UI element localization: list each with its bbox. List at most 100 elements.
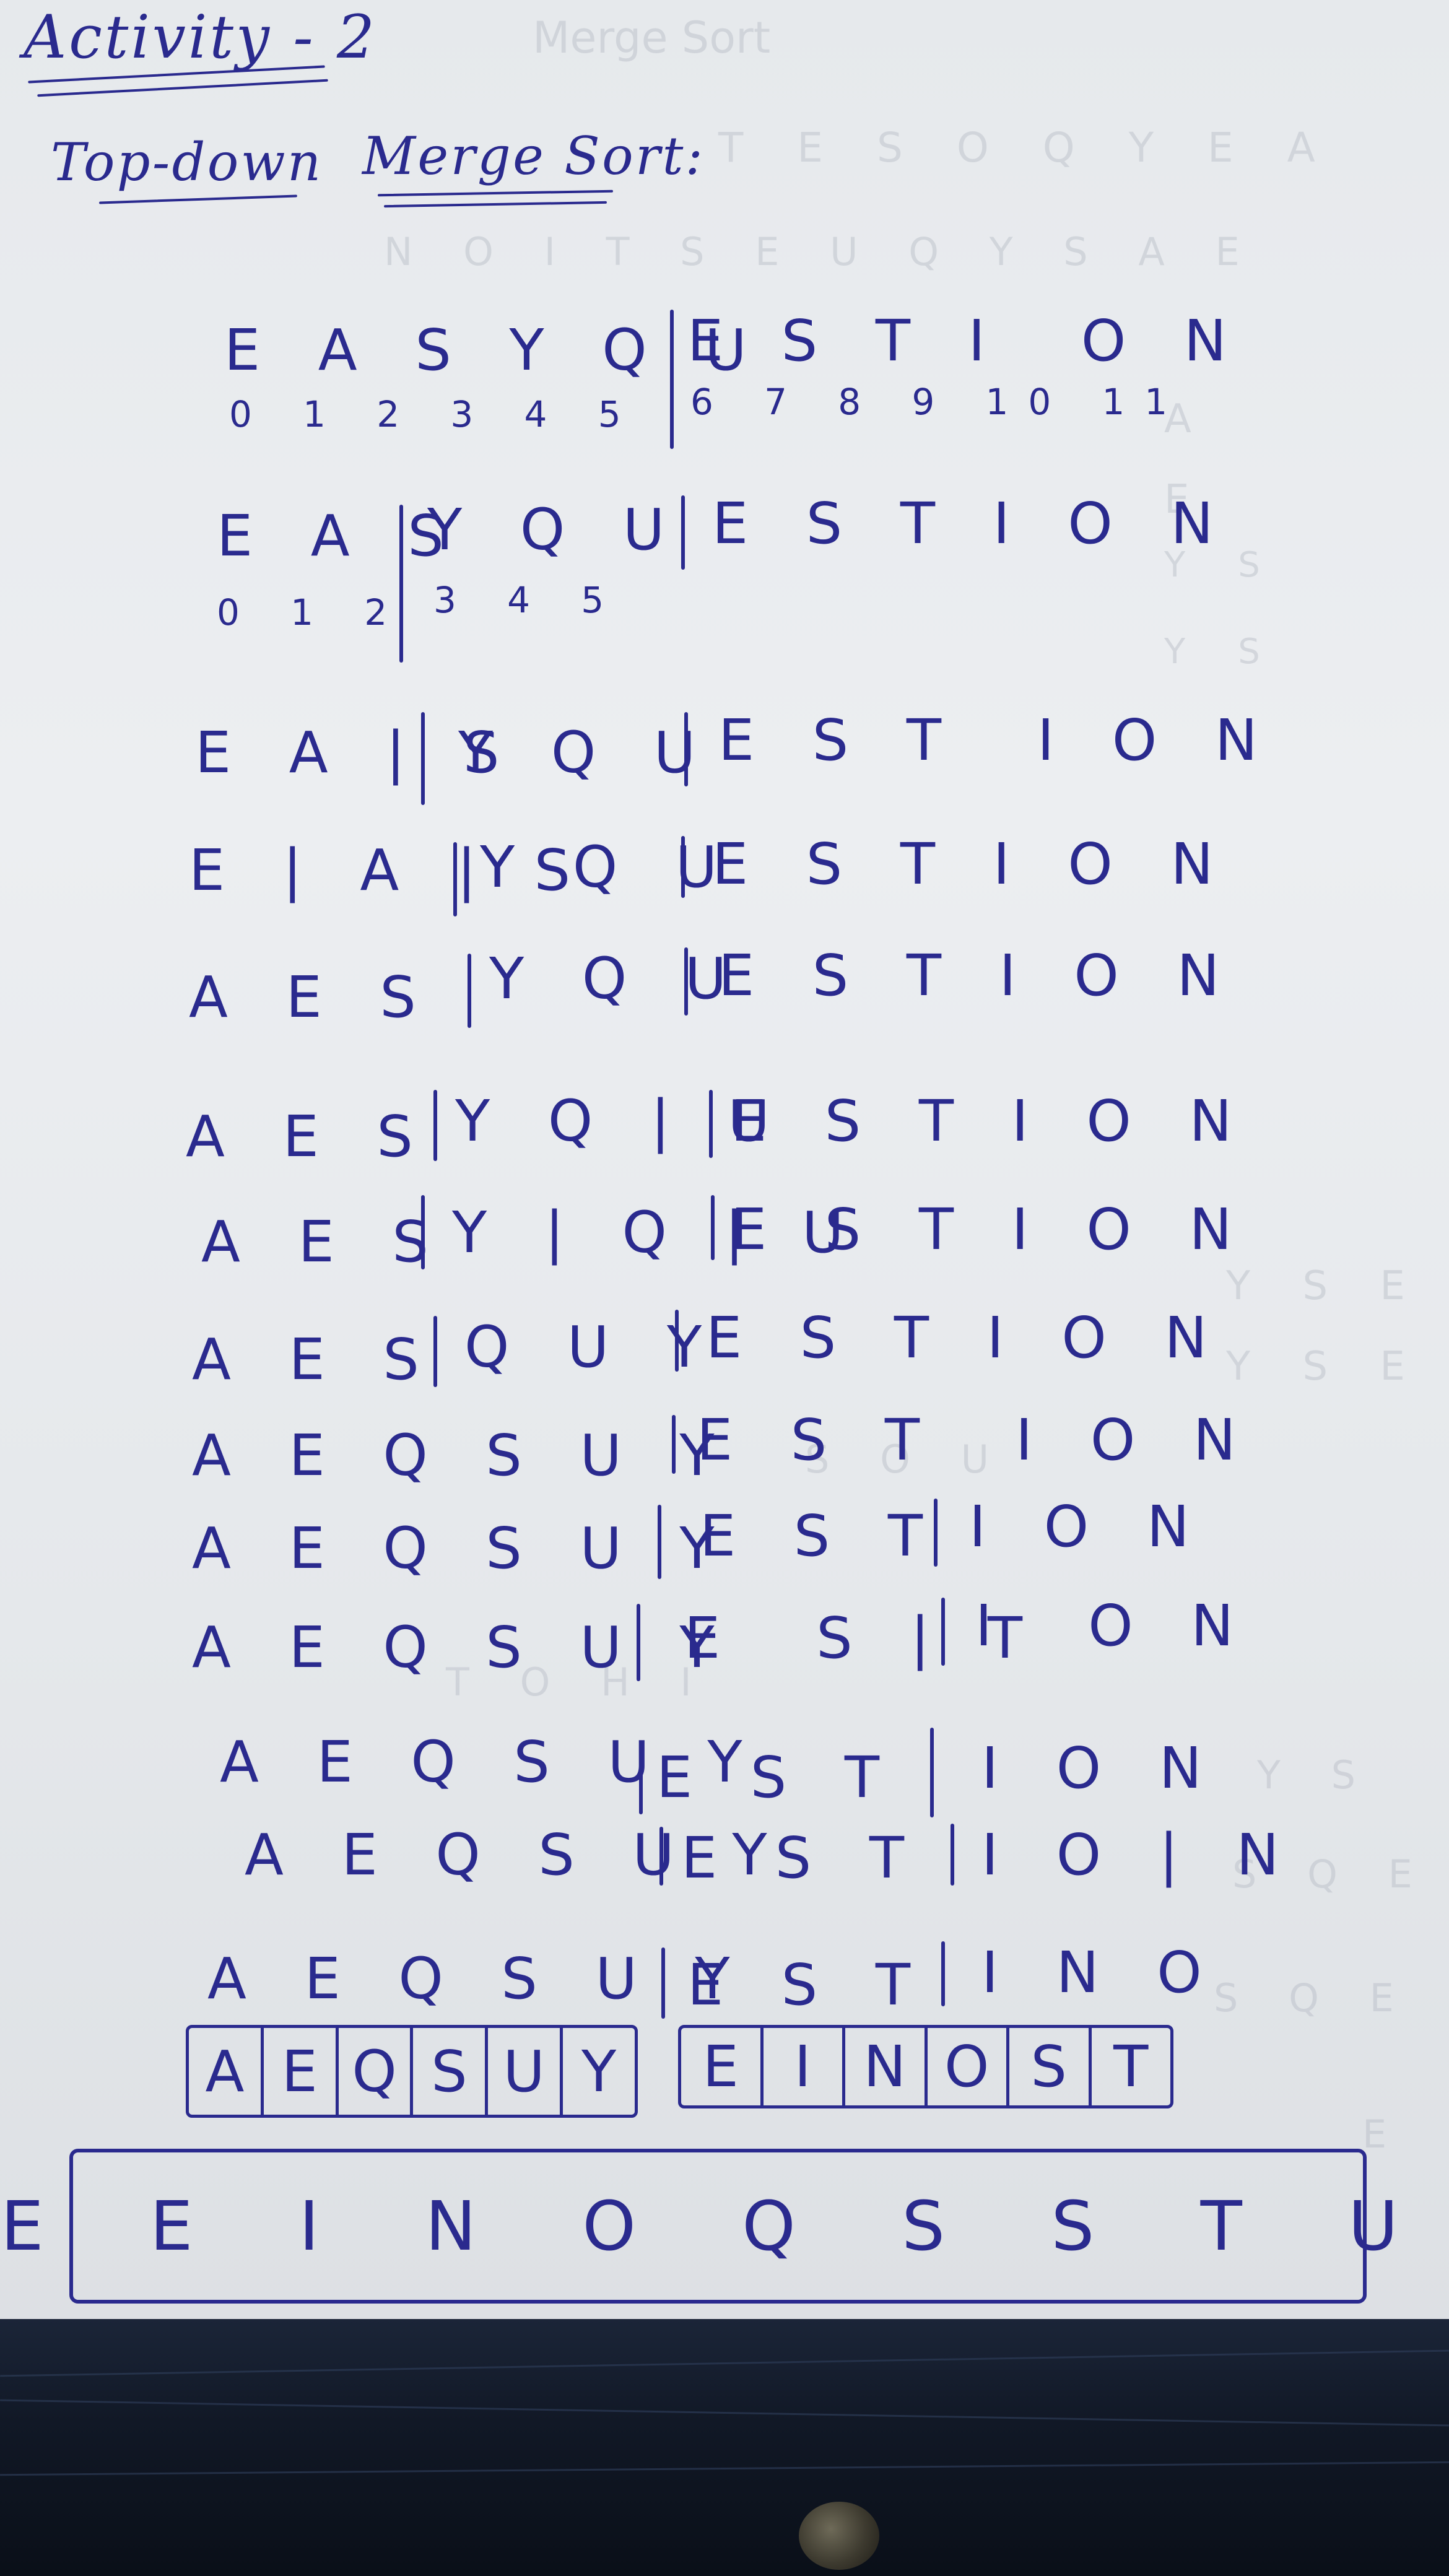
- trace-row-segment: A E Q S U Y: [207, 1946, 750, 2012]
- split-divider: [681, 495, 685, 570]
- trace-row-segment: A E Q S U Y: [192, 1614, 734, 1681]
- bleed-through-ghost: Merge Sort: [533, 12, 771, 63]
- heading-underline: [377, 189, 614, 197]
- bleed-through-ghost: T E S O Q Y E A: [718, 124, 1336, 172]
- trace-row-segment: E S T I O N: [712, 490, 1234, 557]
- split-divider: [684, 712, 688, 786]
- bleed-through-ghost: N O I T S E U Q Y S A E: [384, 229, 1259, 274]
- fabric-stitch: [0, 2349, 1449, 2377]
- split-divider: [421, 1195, 425, 1269]
- trace-row-segment: I O N: [969, 1494, 1209, 1560]
- trace-row-segment: I O N: [981, 1735, 1222, 1801]
- split-divider: [684, 947, 688, 1016]
- sorted-cell: E: [264, 2028, 339, 2115]
- trace-row-segment: A E Q S U Y: [192, 1515, 734, 1582]
- index-row: 0 1 2: [217, 591, 407, 633]
- trace-row-segment: E S T: [656, 1744, 900, 1811]
- bleed-through-ghost: Y S E: [1226, 1263, 1425, 1309]
- notebook-page: Merge Sort T E S O Q Y E A N O I T S E U…: [0, 0, 1449, 2319]
- split-divider: [637, 1604, 640, 1681]
- trace-row-segment: E A S Y Q U: [224, 317, 767, 383]
- heading-underline: [99, 194, 297, 204]
- split-divider: [661, 1947, 665, 2019]
- trace-row-segment: Y Q U: [489, 946, 747, 1012]
- sorted-cell: N: [845, 2028, 928, 2105]
- split-divider: [468, 954, 471, 1028]
- final-sorted-text: A E E I N O Q S S T U Y: [1, 2187, 1440, 2266]
- split-divider: [951, 1824, 954, 1886]
- split-divider: [433, 1090, 437, 1161]
- trace-row-segment: I N O: [981, 1939, 1222, 2006]
- trace-row-segment: A E S: [201, 1209, 448, 1275]
- bleed-through-ghost: Y S: [1257, 1752, 1375, 1798]
- sorted-right-half: E I N O S T: [678, 2025, 1173, 2108]
- trace-row-segment: E S T I O N: [712, 831, 1234, 897]
- split-divider: [681, 836, 685, 898]
- sorted-cell: T: [1113, 2034, 1149, 2100]
- trace-row-segment: I O | N: [981, 1822, 1299, 1888]
- split-divider: [639, 1752, 643, 1814]
- trace-row-segment: E S T I O N: [731, 1088, 1252, 1154]
- index-row: 0 1 2 3 4 5: [229, 393, 641, 435]
- split-divider: [941, 1598, 945, 1666]
- bleed-through-ghost: Y S: [1164, 632, 1281, 672]
- trace-row-segment: E S T I O N: [718, 942, 1240, 1009]
- split-divider: [433, 1316, 437, 1387]
- trace-row-segment: E S T I O N: [706, 1305, 1227, 1371]
- split-divider: [399, 505, 403, 663]
- heading-merge-sort: Merge Sort:: [362, 126, 705, 186]
- sorted-cell: O: [928, 2028, 1009, 2105]
- split-divider: [934, 1499, 938, 1567]
- trace-row-segment: E S T: [700, 1503, 943, 1569]
- title-underline: [37, 79, 328, 97]
- trace-row-segment: E S T I O N: [718, 707, 1277, 773]
- sorted-cell: U: [488, 2028, 564, 2115]
- trace-row-segment: E S T I O N: [687, 308, 1247, 374]
- split-divider: [711, 1195, 715, 1260]
- sorted-cell: A: [189, 2028, 264, 2115]
- trace-row-segment: A E Q S U Y: [192, 1422, 734, 1489]
- activity-title: Activity - 2: [24, 2, 377, 72]
- index-row: 6 7 8 9 10 11: [690, 381, 1188, 423]
- split-divider: [453, 842, 457, 916]
- split-divider: [421, 712, 425, 805]
- fabric-stitch: [0, 2399, 1449, 2427]
- bleed-through-ghost: Y S E: [1226, 1344, 1425, 1390]
- trace-row-segment: I O N: [975, 1593, 1254, 1659]
- split-divider: [670, 310, 674, 449]
- trace-row-segment: A E S: [189, 964, 436, 1030]
- fabric-background: [0, 2319, 1449, 2576]
- index-row: 3 4 5: [433, 579, 624, 621]
- fabric-stitch: [0, 2461, 1449, 2476]
- heading-top-down: Top-down: [51, 132, 323, 193]
- final-sorted-result: A E E I N O Q S S T U Y: [1, 2149, 1398, 2304]
- split-divider: [675, 1310, 679, 1372]
- jeans-button: [799, 2502, 879, 2570]
- split-divider: [941, 1941, 945, 2006]
- split-divider: [709, 1090, 713, 1158]
- trace-row-segment: Y Q U: [427, 497, 685, 563]
- trace-row-segment: Q U Y: [464, 1314, 722, 1380]
- trace-row-segment: E S T: [687, 1952, 931, 2018]
- trace-row-segment: Y Q U: [458, 720, 716, 786]
- sorted-cell: Q: [339, 2028, 414, 2115]
- split-divider: [672, 1415, 676, 1474]
- sorted-cell: S: [1009, 2028, 1092, 2105]
- trace-row-segment: E S T: [681, 1825, 925, 1891]
- split-divider: [659, 1827, 663, 1886]
- sorted-cell: E: [681, 2028, 764, 2105]
- heading-underline: [383, 201, 607, 208]
- sorted-cell: Y: [581, 2038, 617, 2105]
- bleed-through-ghost: S Q E: [1214, 1975, 1413, 2021]
- bleed-through-ghost: E: [1362, 2112, 1387, 2157]
- trace-row-segment: E S T I O N: [731, 1196, 1252, 1263]
- split-divider: [658, 1505, 661, 1579]
- sorted-left-half: A E Q S U Y: [186, 2025, 638, 2118]
- split-divider: [930, 1728, 934, 1817]
- trace-row-segment: A E S: [186, 1103, 433, 1170]
- trace-row-segment: E S T I O N: [697, 1407, 1256, 1473]
- trace-row-segment: A E S: [192, 1326, 439, 1393]
- trace-row-segment: Y Q U: [480, 834, 738, 900]
- sorted-cell: I: [764, 2028, 845, 2105]
- sorted-cell: S: [413, 2028, 489, 2115]
